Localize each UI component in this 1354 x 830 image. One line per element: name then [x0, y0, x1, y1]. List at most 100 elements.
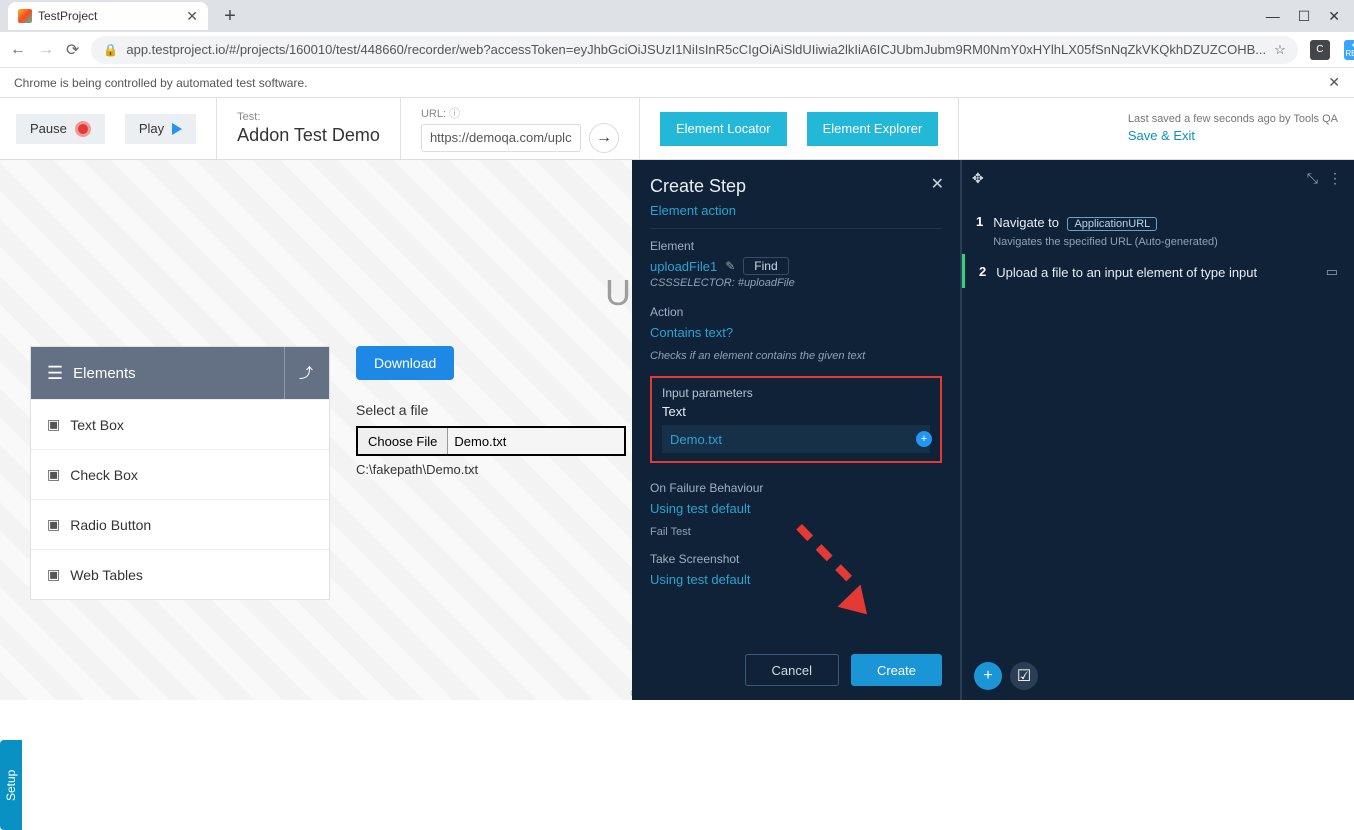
- step-title: Upload a file to an input element of typ…: [996, 265, 1257, 280]
- cancel-button[interactable]: Cancel: [745, 654, 839, 686]
- play-icon: [172, 123, 182, 135]
- input-params-label: Input parameters: [662, 386, 930, 400]
- find-button[interactable]: Find: [743, 257, 788, 275]
- text-param-input[interactable]: Demo.txt +: [662, 425, 930, 453]
- close-tab-icon[interactable]: ✕: [186, 8, 198, 25]
- element-action-link[interactable]: Element action: [650, 203, 942, 218]
- play-button[interactable]: Play: [125, 114, 196, 144]
- screenshot-label: Take Screenshot: [650, 552, 942, 566]
- annotation-arrow-head: [837, 585, 878, 626]
- browser-tab-strip: TestProject ✕ + — ☐ ✕: [0, 0, 1354, 32]
- panel-title: Create Step: [650, 176, 942, 197]
- item-icon: ▣: [47, 566, 60, 583]
- url-field-group: URL: ⓘ →: [421, 105, 619, 153]
- browser-tab[interactable]: TestProject ✕: [8, 2, 208, 30]
- item-icon: ▣: [47, 516, 60, 533]
- action-section-label: Action: [650, 305, 942, 319]
- test-name: Addon Test Demo: [237, 125, 380, 146]
- window-close-icon[interactable]: ✕: [1328, 8, 1340, 25]
- window-controls: — ☐ ✕: [1266, 8, 1354, 25]
- file-path-text: C:\fakepath\Demo.txt: [356, 462, 636, 477]
- url-text: app.testproject.io/#/projects/160010/tes…: [126, 42, 1266, 57]
- pause-label: Pause: [30, 121, 67, 136]
- failure-link[interactable]: Using test default: [650, 501, 942, 516]
- element-name-link[interactable]: uploadFile1: [650, 259, 717, 274]
- nav-forward-icon: →: [38, 41, 54, 59]
- elements-title: Elements: [73, 365, 136, 382]
- last-saved-text: Last saved a few seconds ago by Tools QA: [1128, 113, 1338, 125]
- panel-menu-icon[interactable]: ⋮: [1328, 170, 1342, 187]
- menu-label: Radio Button: [70, 517, 151, 533]
- favicon-icon: [18, 9, 32, 23]
- page-content: TOO Upload a ☰ Elements ⤴ ▣Text Box ▣Che…: [0, 160, 1354, 700]
- recorder-toolbar: Pause Play Test: Addon Test Demo URL: ⓘ …: [0, 98, 1354, 160]
- record-dot-icon: [75, 121, 91, 137]
- selector-text: CSSSELECTOR: #uploadFile: [650, 277, 942, 289]
- test-label: Test:: [237, 111, 380, 123]
- add-param-icon[interactable]: +: [916, 431, 932, 447]
- text-param-value: Demo.txt: [670, 432, 722, 447]
- steps-panel: ✥ ⤡ ⋮ 1 Navigate to ApplicationURL Navig…: [960, 160, 1354, 700]
- menu-label: Web Tables: [70, 567, 143, 583]
- automation-info-bar: Chrome is being controlled by automated …: [0, 68, 1354, 98]
- test-name-field: Test: Addon Test Demo: [237, 111, 380, 146]
- screenshot-link[interactable]: Using test default: [650, 572, 942, 587]
- element-locator-button[interactable]: Element Locator: [660, 112, 787, 146]
- info-bar-close-icon[interactable]: ✕: [1328, 74, 1340, 91]
- step-badge: ApplicationURL: [1067, 217, 1157, 231]
- pause-button[interactable]: Pause: [16, 114, 105, 144]
- new-tab-button[interactable]: +: [218, 5, 242, 28]
- elements-header[interactable]: ☰ Elements ⤴: [31, 347, 329, 399]
- url-field[interactable]: 🔒 app.testproject.io/#/projects/160010/t…: [91, 36, 1297, 64]
- upload-area: Download Select a file Choose File Demo.…: [356, 346, 636, 477]
- action-description: Checks if an element contains the given …: [650, 350, 942, 362]
- upload-icon[interactable]: ⤴: [284, 347, 313, 399]
- checklist-button[interactable]: ☑: [1010, 662, 1038, 690]
- save-status: Last saved a few seconds ago by Tools QA…: [1128, 112, 1338, 146]
- nav-reload-icon[interactable]: ⟳: [66, 40, 79, 60]
- nav-back-icon[interactable]: ←: [10, 41, 26, 59]
- menu-label: Check Box: [70, 467, 138, 483]
- go-button[interactable]: →: [589, 123, 619, 153]
- step-1[interactable]: 1 Navigate to ApplicationURL Navigates t…: [962, 204, 1354, 254]
- edit-icon[interactable]: ✎: [725, 259, 735, 273]
- window-maximize-icon[interactable]: ☐: [1298, 8, 1311, 25]
- step-2[interactable]: 2 Upload a file to an input element of t…: [962, 254, 1354, 288]
- move-icon[interactable]: ✥: [972, 170, 984, 187]
- action-link[interactable]: Contains text?: [650, 325, 942, 340]
- extension-rec-icon[interactable]: ●REC: [1344, 40, 1354, 60]
- calendar-icon[interactable]: ▭: [1326, 264, 1338, 280]
- panel-close-icon[interactable]: ✕: [931, 174, 944, 194]
- menu-item-textbox[interactable]: ▣Text Box: [31, 399, 329, 449]
- extension-c-icon[interactable]: C: [1310, 40, 1330, 60]
- target-url-input[interactable]: [421, 124, 581, 152]
- save-exit-link[interactable]: Save & Exit: [1128, 127, 1338, 145]
- item-icon: ▣: [47, 466, 60, 483]
- window-minimize-icon[interactable]: —: [1266, 8, 1280, 25]
- choose-file-button[interactable]: Choose File: [358, 428, 448, 454]
- collapse-icon[interactable]: ⤡: [1307, 170, 1318, 187]
- menu-item-radio[interactable]: ▣ Radio Button: [31, 499, 329, 549]
- menu-item-checkbox[interactable]: ▣ Check Box: [31, 449, 329, 499]
- element-section-label: Element: [650, 239, 942, 253]
- download-button[interactable]: Download: [356, 346, 454, 380]
- text-param-label: Text: [662, 404, 930, 419]
- add-step-button[interactable]: +: [974, 662, 1002, 690]
- tab-title: TestProject: [38, 9, 97, 23]
- info-bar-text: Chrome is being controlled by automated …: [14, 76, 307, 90]
- browser-address-bar: ← → ⟳ 🔒 app.testproject.io/#/projects/16…: [0, 32, 1354, 68]
- menu-item-webtables[interactable]: ▣ Web Tables: [31, 549, 329, 599]
- item-icon: ▣: [47, 416, 60, 433]
- failure-sub: Fail Test: [650, 526, 942, 538]
- play-label: Play: [139, 121, 164, 136]
- bookmark-star-icon[interactable]: ☆: [1274, 42, 1286, 58]
- select-file-label: Select a file: [356, 402, 636, 418]
- sidebar-card: ☰ Elements ⤴ ▣Text Box ▣ Check Box ▣ Radio…: [30, 346, 330, 600]
- input-parameters-box: Input parameters Text Demo.txt +: [650, 376, 942, 463]
- chosen-file-name: Demo.txt: [448, 434, 506, 449]
- create-button[interactable]: Create: [851, 654, 942, 686]
- element-explorer-button[interactable]: Element Explorer: [807, 112, 939, 146]
- file-input[interactable]: Choose File Demo.txt: [356, 426, 626, 456]
- failure-label: On Failure Behaviour: [650, 481, 942, 495]
- setup-tab[interactable]: Setup: [0, 740, 22, 830]
